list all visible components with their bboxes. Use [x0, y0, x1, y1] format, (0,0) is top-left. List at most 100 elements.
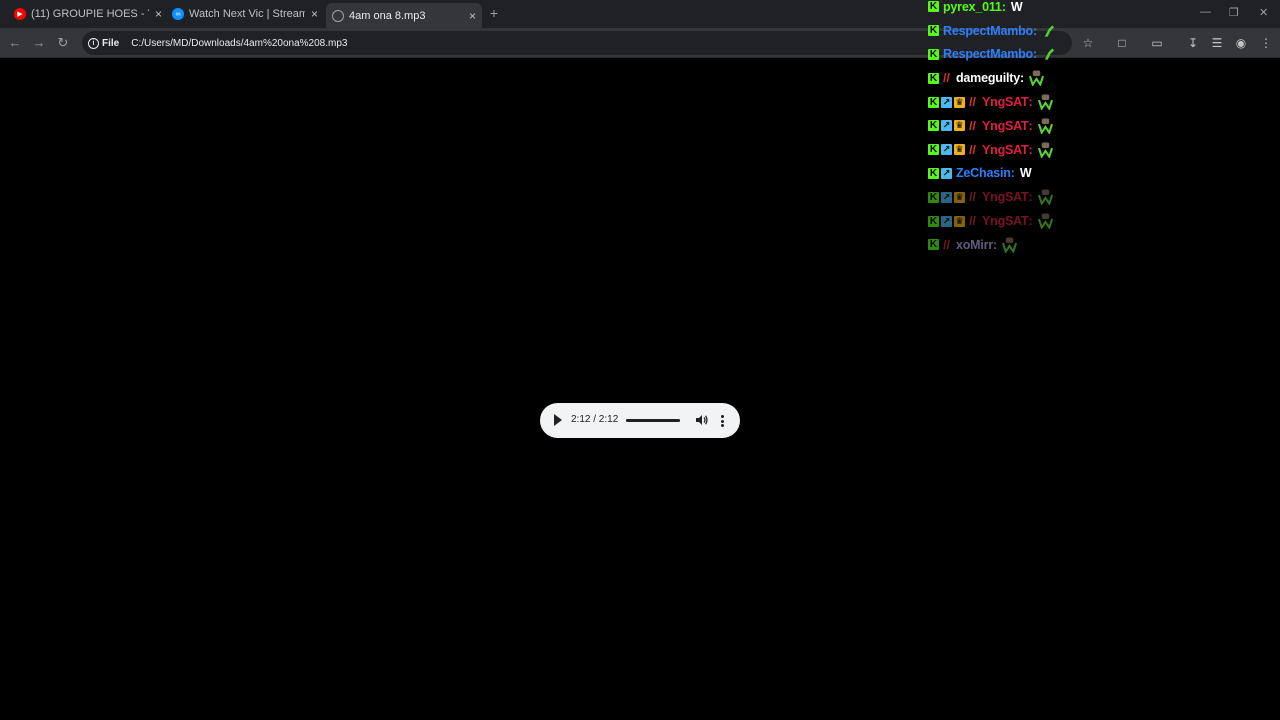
youtube-icon: ▶ — [14, 8, 26, 20]
chat-username[interactable]: YngSAT — [982, 95, 1029, 109]
play-button[interactable] — [554, 414, 562, 426]
minimize-icon[interactable]: — — [1200, 6, 1211, 18]
crown-badge-icon: ♛ — [954, 215, 965, 227]
arrow-badge-icon: ↗ — [941, 215, 952, 227]
volume-icon[interactable] — [695, 413, 709, 427]
chat-message: K ↗ ♛ // YngSAT: — [928, 114, 1188, 138]
chat-message: K // dameguilty: — [928, 66, 1188, 90]
w-emote — [1029, 70, 1045, 87]
crown-badge-icon: ♛ — [954, 144, 965, 156]
media-control-icon[interactable]: ☰ — [1209, 35, 1225, 51]
kick-badge-icon: K — [928, 120, 939, 132]
globe-icon — [332, 9, 344, 22]
address-bar[interactable]: i File C:/Users/MD/Downloads/4am%20ona%2… — [82, 31, 1072, 55]
chat-colon: : — [1028, 190, 1033, 205]
chat-colon: : — [1010, 166, 1015, 181]
chat-message: Kpyrex_011: W — [928, 0, 1188, 19]
restore-icon[interactable]: ❐ — [1229, 6, 1239, 19]
tab-title: Watch Next Vic | Streamable — [189, 8, 305, 20]
chat-colon: : — [1001, 0, 1006, 14]
arrow-badge-icon: ↗ — [941, 167, 952, 179]
tab-2[interactable]: 4am ona 8.mp3 × — [326, 3, 482, 28]
chat-message: K ↗ ♛ // YngSAT: — [928, 209, 1188, 233]
w-emote — [1037, 189, 1053, 206]
w-emote — [1037, 94, 1053, 111]
kick-badge-icon: K — [928, 144, 939, 156]
slash-badge-icon: // — [969, 118, 976, 133]
chat-message: K RespectMambo: — [928, 19, 1188, 43]
slash-badge-icon: // — [969, 190, 976, 205]
kick-badge-icon: K — [928, 239, 939, 251]
tab-close-icon[interactable]: × — [469, 9, 476, 23]
audio-player: 2:12 / 2:12 — [540, 403, 740, 438]
crown-badge-icon: ♛ — [954, 191, 965, 203]
green-figure-emote — [1044, 25, 1055, 37]
seek-slider[interactable] — [626, 419, 680, 422]
chat-colon: : — [1032, 23, 1038, 38]
close-window-icon[interactable]: ✕ — [1259, 6, 1268, 19]
info-icon[interactable]: i — [88, 37, 99, 49]
chat-colon: : — [1032, 47, 1038, 62]
chat-colon: : — [1028, 118, 1033, 133]
chat-colon: : — [1028, 214, 1033, 229]
w-emote — [1037, 118, 1053, 134]
more-options-icon[interactable] — [719, 414, 725, 428]
crown-badge-icon: ♛ — [954, 96, 965, 108]
kick-badge-icon: K — [928, 191, 939, 203]
chat-username[interactable]: ZeChasin — [956, 166, 1011, 180]
seek-progress — [626, 419, 680, 422]
arrow-badge-icon: ↗ — [941, 144, 952, 156]
chat-username[interactable]: dameguilty — [956, 71, 1020, 85]
kick-badge-icon: K — [928, 1, 939, 13]
profile-icon[interactable]: ◉ — [1233, 35, 1249, 51]
chat-username[interactable]: xoMirr — [956, 238, 993, 252]
chat-username[interactable]: YngSAT — [982, 190, 1029, 204]
chat-message: K // xoMirr: — [928, 233, 1188, 257]
green-figure-emote — [1044, 48, 1055, 61]
chat-text: W — [1010, 0, 1023, 14]
tab-title: 4am ona 8.mp3 — [349, 9, 426, 22]
menu-icon[interactable]: ⋮ — [1258, 35, 1274, 51]
chat-message: K ↗ ZeChasin: W — [928, 162, 1188, 186]
kick-badge-icon: K — [928, 25, 939, 37]
file-chip[interactable]: File — [102, 38, 119, 49]
w-emote — [1037, 213, 1053, 230]
slash-badge-icon: // — [943, 71, 950, 86]
chat-message: K ↗ ♛ // YngSAT: — [928, 185, 1188, 209]
w-emote — [1002, 237, 1018, 253]
arrow-badge-icon: ↗ — [941, 191, 952, 203]
playback-time: 2:12 / 2:12 — [571, 414, 619, 425]
chat-message: K ↗ ♛ // YngSAT: — [928, 90, 1188, 114]
streamable-icon: ∞ — [172, 8, 184, 20]
chat-overlay: Kpyrex_011: W K RespectMambo: K RespectMambo:… — [928, 0, 1188, 257]
chat-colon: : — [1020, 71, 1025, 86]
chat-colon: : — [1028, 95, 1033, 110]
slash-badge-icon: // — [969, 142, 976, 157]
new-tab-button[interactable]: + — [486, 6, 502, 22]
w-emote — [1037, 142, 1053, 158]
tab-close-icon[interactable]: × — [311, 7, 318, 21]
chat-username[interactable]: YngSAT — [982, 119, 1029, 133]
kick-badge-icon: K — [928, 48, 939, 60]
url-text[interactable]: C:/Users/MD/Downloads/4am%20ona%208.mp3 — [131, 38, 347, 49]
forward-icon[interactable]: → — [31, 35, 47, 51]
chat-username[interactable]: pyrex_011 — [943, 0, 1002, 14]
kick-badge-icon: K — [928, 96, 939, 108]
chat-username[interactable]: RespectMambo — [943, 24, 1033, 38]
slash-badge-icon: // — [969, 95, 976, 110]
chat-message: K ↗ ♛ // YngSAT: — [928, 138, 1188, 162]
chat-colon: : — [993, 237, 998, 252]
chat-username[interactable]: YngSAT — [982, 143, 1029, 157]
tab-close-icon[interactable]: × — [155, 7, 162, 21]
back-icon[interactable]: ← — [7, 35, 23, 51]
kick-badge-icon: K — [928, 215, 939, 227]
chat-username[interactable]: YngSAT — [982, 214, 1029, 228]
slash-badge-icon: // — [969, 214, 976, 229]
chat-username[interactable]: RespectMambo — [943, 47, 1033, 61]
chat-colon: : — [1028, 142, 1033, 157]
reload-icon[interactable]: ↻ — [55, 35, 71, 51]
arrow-badge-icon: ↗ — [941, 96, 952, 108]
kick-badge-icon: K — [928, 72, 939, 84]
tab-0[interactable]: ▶ (11) GROUPIE HOES - YouTube × — [8, 3, 168, 25]
tab-1[interactable]: ∞ Watch Next Vic | Streamable × — [166, 3, 324, 25]
